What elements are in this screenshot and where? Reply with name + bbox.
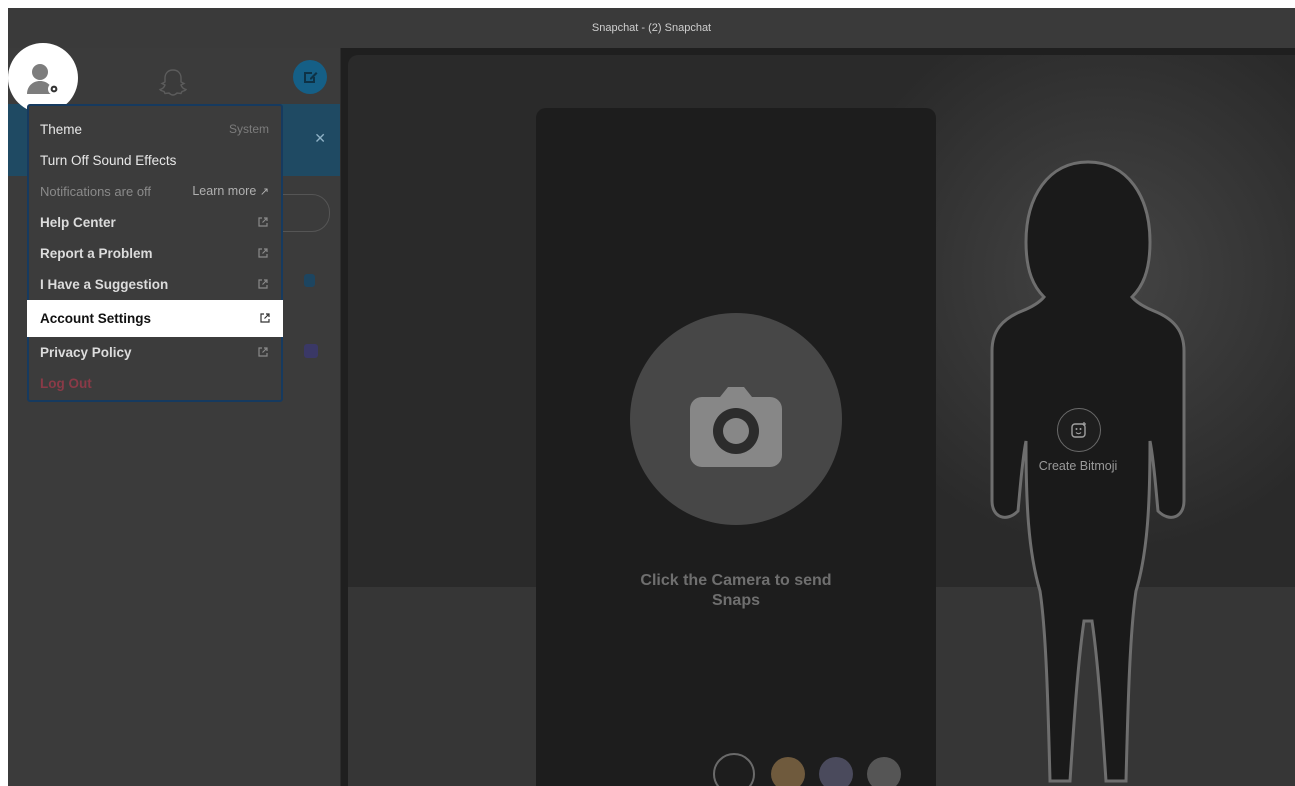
external-link-icon <box>258 248 268 258</box>
menu-item-help-center[interactable]: Help Center <box>29 207 281 238</box>
external-link-icon <box>258 347 268 357</box>
menu-item-label: Notifications are off <box>40 184 152 199</box>
menu-item-log-out[interactable]: Log Out <box>29 368 281 399</box>
chat-status-icon <box>304 274 315 287</box>
lens-option[interactable] <box>819 757 853 786</box>
settings-menu: Theme System Turn Off Sound Effects Noti… <box>27 104 283 402</box>
window-title: Snapchat - (2) Snapchat <box>8 8 1295 48</box>
menu-item-theme[interactable]: Theme System <box>29 114 281 145</box>
ghost-icon[interactable] <box>156 66 190 100</box>
menu-item-label: Report a Problem <box>40 246 153 261</box>
create-bitmoji-label: Create Bitmoji <box>1038 459 1118 473</box>
external-link-icon: ↗ <box>259 186 269 198</box>
menu-item-label: Log Out <box>40 376 92 391</box>
compose-button[interactable] <box>293 60 327 94</box>
learn-more-link[interactable]: Learn more ↗ <box>192 176 269 208</box>
camera-button[interactable] <box>630 313 842 525</box>
menu-item-notifications: Notifications are off Learn more ↗ <box>29 176 281 207</box>
chat-status-icon <box>304 344 318 358</box>
close-icon[interactable]: ✕ <box>314 130 326 147</box>
menu-item-label: I Have a Suggestion <box>40 277 169 292</box>
external-link-icon <box>258 279 268 289</box>
avatar-icon[interactable] <box>23 58 63 98</box>
menu-item-sound-effects[interactable]: Turn Off Sound Effects <box>29 145 281 176</box>
external-link-icon <box>260 313 270 323</box>
external-link-icon <box>258 217 268 227</box>
compose-icon <box>304 72 318 83</box>
lens-option[interactable] <box>771 757 805 786</box>
menu-item-report-problem[interactable]: Report a Problem <box>29 238 281 269</box>
menu-item-label: Turn Off Sound Effects <box>40 153 177 168</box>
bitmoji-icon <box>1071 422 1086 438</box>
lens-option[interactable] <box>867 757 901 786</box>
menu-item-label: Help Center <box>40 215 116 230</box>
settings-gear-icon <box>50 85 58 93</box>
menu-item-label: Privacy Policy <box>40 345 132 360</box>
menu-item-label: Theme <box>40 122 83 137</box>
app-window: Snapchat - (2) Snapchat ✕ Theme System T… <box>8 8 1295 786</box>
camera-icon <box>690 387 782 467</box>
create-bitmoji-button[interactable] <box>1057 408 1101 452</box>
camera-area: Click the Camera to send Snaps Create Bi… <box>348 55 1295 786</box>
menu-item-privacy-policy[interactable]: Privacy Policy <box>29 337 281 368</box>
camera-prompt: Click the Camera to send Snaps <box>640 572 832 609</box>
menu-item-account-settings[interactable]: Account Settings <box>27 300 283 337</box>
menu-item-suggestion[interactable]: I Have a Suggestion <box>29 269 281 300</box>
menu-item-label: Account Settings <box>40 311 152 326</box>
theme-value: System <box>228 122 269 136</box>
